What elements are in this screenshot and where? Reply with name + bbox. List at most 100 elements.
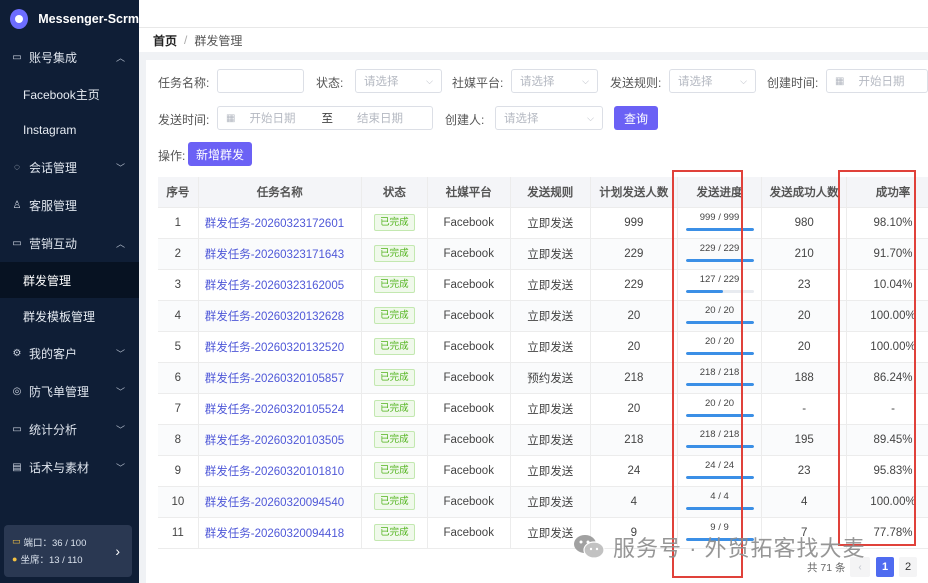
send-start-date[interactable]: 开始日期	[249, 110, 295, 126]
sidebar-subitem[interactable]: 群发模板管理	[0, 298, 139, 334]
send-end-date[interactable]: 结束日期	[357, 110, 403, 126]
cell-progress: 218 / 218	[677, 424, 763, 456]
status-select[interactable]: 请选择 ⌵	[355, 69, 442, 93]
table-row[interactable]: 2 群发任务-20260323171643 已完成 Facebook 立即发送 229 22…	[158, 238, 928, 270]
sidebar-subitem[interactable]: Facebook主页	[0, 76, 139, 112]
sidebar-item[interactable]: ⚙ 我的客户 ﹀	[0, 334, 139, 372]
table-row[interactable]: 6 群发任务-20260320105857 已完成 Facebook 预约发送 218 21…	[158, 362, 928, 394]
table-row[interactable]: 3 群发任务-20260323162005 已完成 Facebook 立即发送 229 12…	[158, 269, 928, 301]
cell-status: 已完成	[361, 238, 428, 270]
table-row[interactable]: 9 群发任务-20260320101810 已完成 Facebook 立即发送 24 24 …	[158, 455, 928, 487]
cell-progress: 218 / 218	[677, 362, 763, 394]
cell-rate: 95.83%	[846, 455, 928, 487]
chevron-down-icon: ﹀	[115, 162, 125, 173]
app-logo[interactable]: Messenger-Scrm	[0, 0, 139, 38]
page-button-2[interactable]: 2	[899, 557, 917, 577]
port-icon: ▭	[12, 536, 21, 546]
task-name-input[interactable]	[217, 69, 304, 93]
chevron-down-icon: ⌵	[740, 75, 747, 86]
platform-select[interactable]: 请选择 ⌵	[511, 69, 598, 93]
progress-bar	[685, 228, 754, 231]
cell-status: 已完成	[361, 424, 428, 456]
task-name-label: 任务名称:	[158, 76, 210, 90]
breadcrumb-current: 群发管理	[194, 33, 243, 48]
cell-rule: 立即发送	[510, 424, 592, 456]
task-name-link[interactable]: 群发任务-20260323162005	[198, 269, 362, 301]
task-name-link[interactable]: 群发任务-20260320103505	[198, 424, 362, 456]
table-row[interactable]: 1 群发任务-20260323172601 已完成 Facebook 立即发送 999 99…	[158, 207, 928, 239]
task-name-link[interactable]: 群发任务-20260320132628	[198, 300, 362, 332]
cell-platform: Facebook	[427, 331, 511, 363]
task-name-link[interactable]: 群发任务-20260320105524	[198, 393, 362, 425]
cell-rule: 立即发送	[510, 393, 592, 425]
sidebar-item[interactable]: ▭ 统计分析 ﹀	[0, 410, 139, 448]
task-name-link[interactable]: 群发任务-20260320105857	[198, 362, 362, 394]
cell-planned: 229	[590, 238, 678, 270]
sidebar-item[interactable]: ♙ 客服管理	[0, 186, 139, 224]
new-broadcast-button[interactable]: 新增群发	[188, 142, 252, 166]
progress-bar-fill	[685, 383, 754, 386]
cell-success: 4	[761, 486, 847, 518]
cell-rule: 立即发送	[510, 269, 592, 301]
progress-bar-fill	[685, 321, 754, 324]
progress-bar-fill	[685, 290, 724, 293]
column-header: 计划发送人数	[590, 177, 678, 208]
cell-rule: 立即发送	[510, 455, 592, 487]
progress-bar	[685, 445, 754, 448]
cell-no: 7	[158, 393, 199, 425]
task-name-link[interactable]: 群发任务-20260320101810	[198, 455, 362, 487]
sidebar-subitem[interactable]: Instagram	[0, 112, 139, 148]
table-row[interactable]: 10 群发任务-20260320094540 已完成 Facebook 立即发送 4 4 /…	[158, 486, 928, 518]
watermark-text: 服务号 · 外贸拓客找大麦	[613, 536, 866, 561]
status-badge: 已完成	[374, 462, 415, 479]
progress-bar	[685, 476, 754, 479]
column-header: 发送规则	[510, 177, 592, 208]
table-row[interactable]: 5 群发任务-20260320132520 已完成 Facebook 立即发送 20 20 …	[158, 331, 928, 363]
cell-status: 已完成	[361, 331, 428, 363]
status-badge: 已完成	[374, 276, 415, 293]
created-start-date[interactable]: ▦ 开始日期	[826, 69, 928, 93]
settings-icon: ⚙	[12, 347, 22, 359]
table-row[interactable]: 4 群发任务-20260320132628 已完成 Facebook 立即发送 20 20 …	[158, 300, 928, 332]
cell-platform: Facebook	[427, 238, 511, 270]
creator-select[interactable]: 请选择 ⌵	[495, 106, 603, 130]
table-row[interactable]: 7 群发任务-20260320105524 已完成 Facebook 立即发送 20 20 …	[158, 393, 928, 425]
sidebar-item[interactable]: ▤ 话术与素材 ﹀	[0, 448, 139, 486]
range-separator: 至	[321, 113, 333, 125]
sidebar-subitem[interactable]: 群发管理	[0, 262, 139, 298]
quota-panel[interactable]: ▭ 端口：36 / 100 ● 坐席：13 / 110 ›	[4, 525, 132, 577]
cell-platform: Facebook	[427, 362, 511, 394]
table-row[interactable]: 8 群发任务-20260320103505 已完成 Facebook 立即发送 218 21…	[158, 424, 928, 456]
task-name-link[interactable]: 群发任务-20260320094418	[198, 517, 362, 549]
cell-no: 9	[158, 455, 199, 487]
cell-success: 195	[761, 424, 847, 456]
sidebar-item[interactable]: ▭ 账号集成 ︿	[0, 38, 139, 76]
breadcrumb-home[interactable]: 首页	[153, 32, 177, 49]
task-name-link[interactable]: 群发任务-20260320132520	[198, 331, 362, 363]
sidebar-item[interactable]: ◌ 会话管理 ﹀	[0, 148, 139, 186]
cell-no: 8	[158, 424, 199, 456]
page-button-1[interactable]: 1	[876, 557, 894, 577]
progress-text: 999 / 999	[699, 212, 740, 223]
sidebar-item[interactable]: ◎ 防飞单管理 ﹀	[0, 372, 139, 410]
chevron-right-icon[interactable]: ›	[115, 543, 120, 559]
query-button[interactable]: 查询	[614, 106, 658, 130]
task-name-link[interactable]: 群发任务-20260323172601	[198, 207, 362, 239]
task-name-link[interactable]: 群发任务-20260320094540	[198, 486, 362, 518]
sidebar-item-label: 我的客户	[29, 346, 78, 361]
monitor-icon: ▭	[12, 423, 22, 435]
cell-success: 210	[761, 238, 847, 270]
send-date-range[interactable]: ▦ 开始日期 至 结束日期	[217, 106, 433, 130]
sidebar-item[interactable]: ▭ 营销互动 ︿	[0, 224, 139, 262]
cell-no: 11	[158, 517, 199, 549]
cell-status: 已完成	[361, 269, 428, 301]
rule-select[interactable]: 请选择 ⌵	[669, 69, 756, 93]
status-badge: 已完成	[374, 369, 415, 386]
status-label: 状态:	[316, 76, 344, 90]
sidebar-item-label: 群发管理	[23, 273, 72, 288]
breadcrumb: 首页 / 群发管理	[139, 28, 928, 52]
cell-planned: 218	[590, 424, 678, 456]
task-name-link[interactable]: 群发任务-20260323171643	[198, 238, 362, 270]
cell-planned: 4	[590, 486, 678, 518]
sidebar-item-label: 话术与素材	[29, 460, 90, 475]
